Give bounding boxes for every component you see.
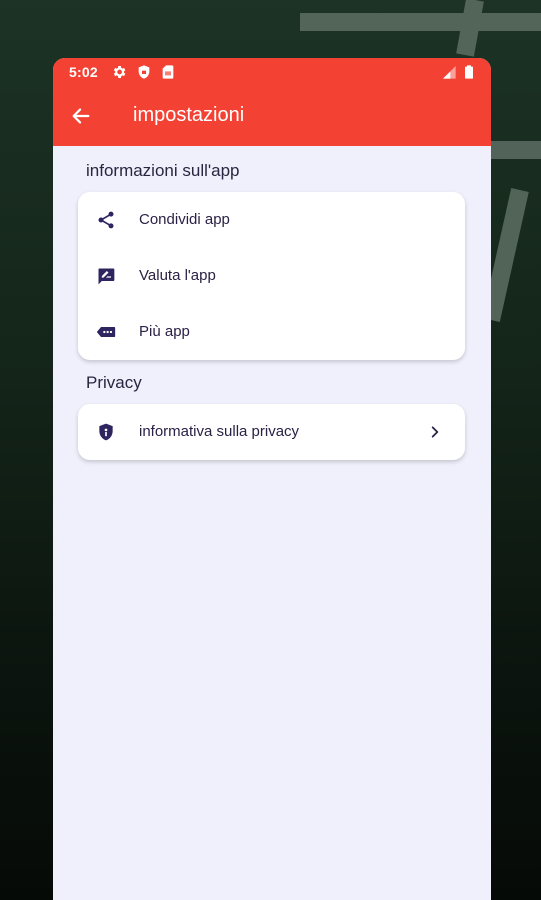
back-button[interactable] — [67, 102, 95, 130]
battery-icon — [465, 65, 473, 79]
share-app-label: Condividi app — [139, 211, 230, 228]
rate-app-label: Valuta l'app — [139, 267, 216, 284]
more-apps-item[interactable]: Più app — [78, 304, 465, 360]
section-title-privacy: Privacy — [86, 373, 142, 392]
phone-screen: 5:02 impostazioni informazioni sull'app … — [53, 58, 491, 900]
arrow-left-icon — [72, 108, 90, 124]
privacy-policy-label: informativa sulla privacy — [139, 423, 300, 440]
status-time: 5:02 — [69, 64, 98, 80]
rate-app-item[interactable]: Valuta l'app — [78, 248, 465, 304]
privacy-shield-icon — [94, 420, 118, 444]
page-title: impostazioni — [133, 104, 245, 126]
chevron-right-icon — [425, 422, 445, 442]
privacy-card: informativa sulla privacy — [78, 404, 465, 460]
app-info-card: Condividi app Valuta l'app Più app — [78, 192, 465, 360]
more-apps-label: Più app — [139, 323, 190, 340]
share-icon — [94, 208, 118, 232]
sim-card-icon — [162, 65, 174, 79]
settings-icon — [113, 66, 126, 78]
share-app-item[interactable]: Condividi app — [78, 192, 465, 248]
app-bar: impostazioni — [53, 86, 491, 146]
rate-feedback-icon — [94, 264, 118, 288]
more-apps-icon — [94, 320, 118, 344]
shield-icon — [138, 65, 150, 79]
privacy-policy-item[interactable]: informativa sulla privacy — [78, 404, 465, 460]
status-bar: 5:02 — [53, 58, 491, 86]
signal-icon — [443, 66, 456, 79]
section-title-app-info: informazioni sull'app — [86, 161, 240, 180]
